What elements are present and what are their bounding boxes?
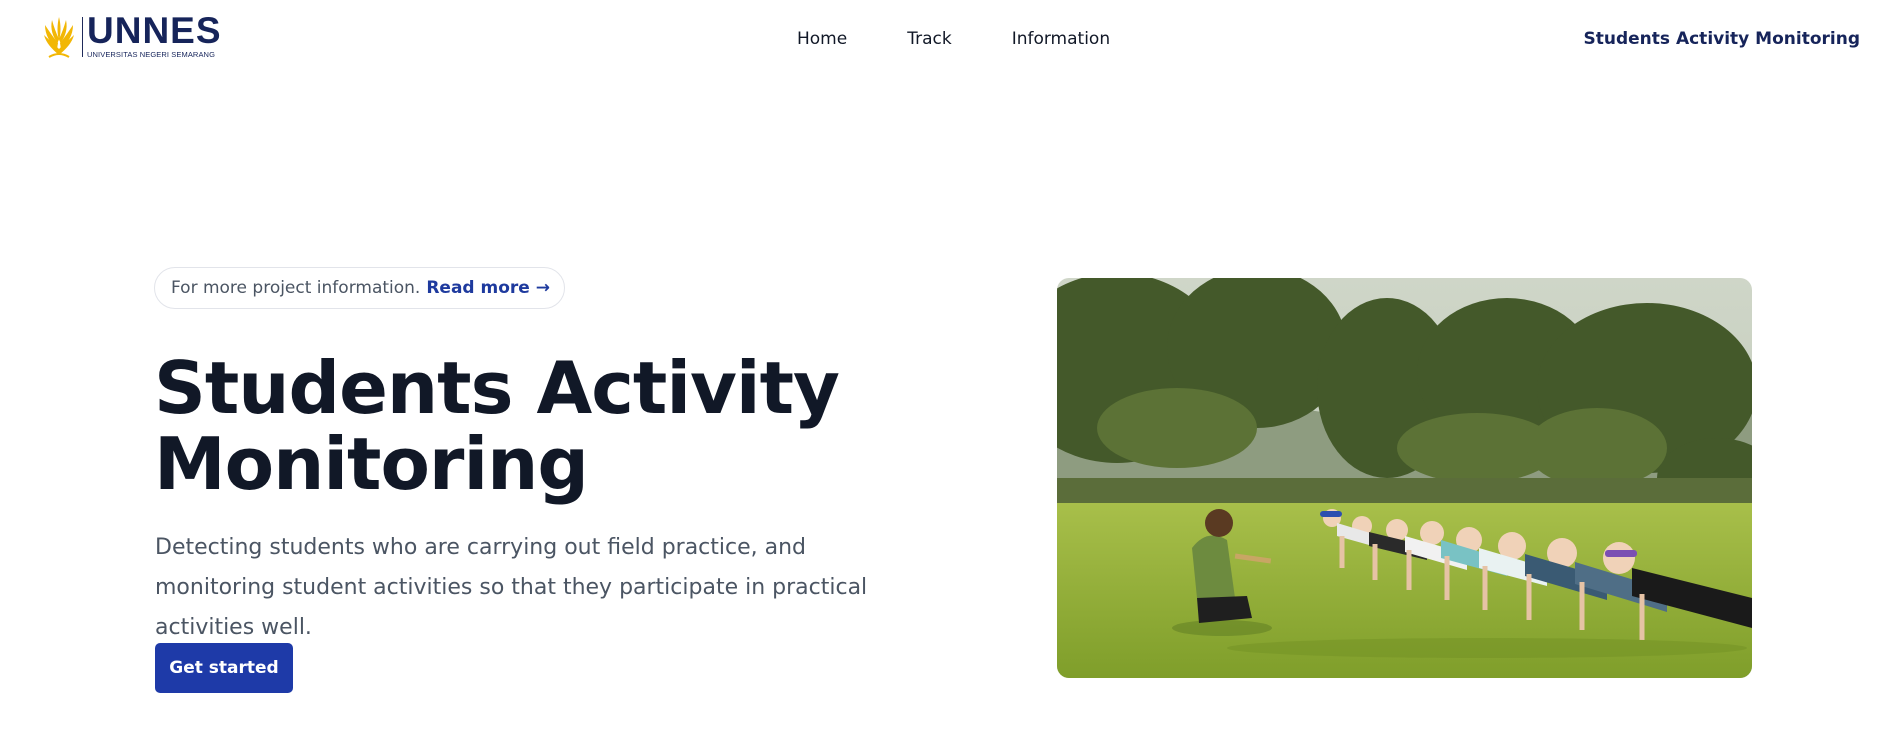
unnes-emblem-icon (44, 16, 74, 58)
header-app-name[interactable]: Students Activity Monitoring (1584, 27, 1860, 51)
nav-track-link[interactable]: Track (907, 27, 951, 51)
get-started-button[interactable]: Get started (155, 643, 293, 693)
logo-wordmark: UNNES (87, 10, 222, 51)
nav-information-link[interactable]: Information (1012, 27, 1110, 51)
logo-university-name: UNIVERSITAS NEGERI SEMARANG (87, 50, 215, 59)
main-nav: Home Track Information (797, 27, 1110, 51)
unnes-logo[interactable]: UNNES UNIVERSITAS NEGERI SEMARANG (38, 10, 222, 59)
announcement-pill: For more project information. Read more … (154, 267, 565, 309)
hero-description: Detecting students who are carrying out … (155, 535, 868, 640)
logo-text: UNNES UNIVERSITAS NEGERI SEMARANG (87, 10, 222, 59)
hero-title: Students Activity Monitoring (154, 346, 840, 506)
site-header: UNNES UNIVERSITAS NEGERI SEMARANG Home T… (0, 0, 1900, 76)
logo-divider (82, 16, 83, 57)
hero-photo (1057, 278, 1752, 678)
outdoor-exercise-photo-icon (1057, 278, 1752, 678)
read-more-link[interactable]: Read more → (426, 278, 550, 298)
announcement-text: For more project information. (171, 278, 421, 298)
nav-home-link[interactable]: Home (797, 27, 847, 51)
